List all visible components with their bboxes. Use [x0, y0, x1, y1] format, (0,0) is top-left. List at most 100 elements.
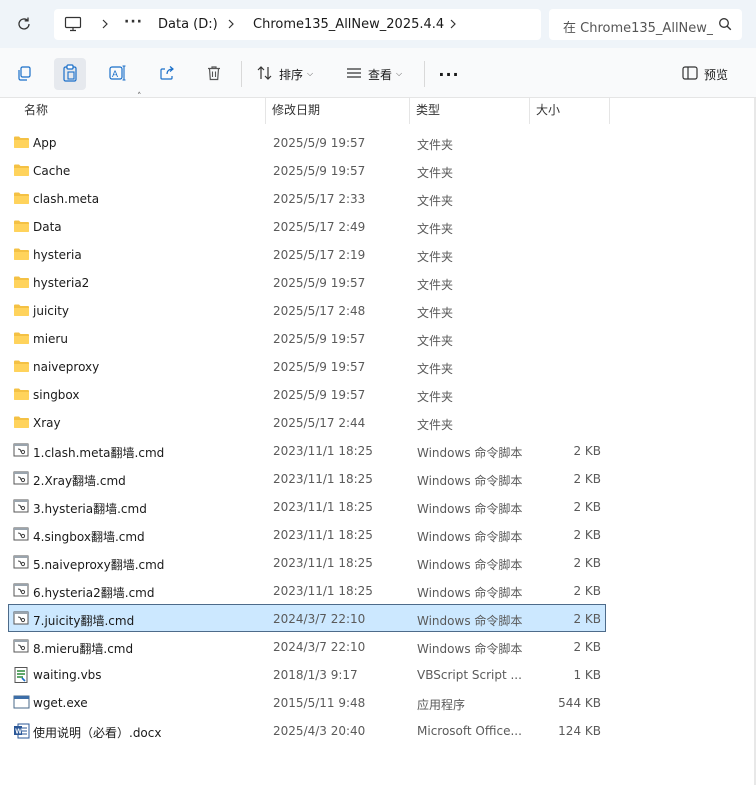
file-row[interactable]: Cache 2025/5/9 19:57 文件夹	[8, 156, 606, 184]
paste-icon	[62, 63, 78, 85]
file-row[interactable]: 8.mieru翻墙.cmd 2024/3/7 22:10 Windows 命令脚本 2…	[8, 632, 606, 660]
file-row[interactable]: hysteria 2025/5/17 2:19 文件夹	[8, 240, 606, 268]
cmd-script-icon	[13, 611, 30, 625]
address-bar-row: ··· Data (D:) Chrome135_AllNew_2025.4.4 …	[0, 0, 756, 48]
file-name: App	[33, 136, 57, 150]
breadcrumb-item-drive[interactable]: Data (D:)	[158, 17, 218, 32]
file-type: Windows 命令脚本	[417, 446, 523, 460]
file-modified: 2025/5/9 19:57	[273, 276, 366, 290]
file-size: 124 KB	[558, 724, 601, 738]
file-name: waiting.vbs	[33, 668, 102, 682]
chevron-right-icon[interactable]	[98, 16, 112, 32]
file-row[interactable]: 7.juicity翻墙.cmd 2024/3/7 22:10 Windows 命令脚…	[8, 604, 606, 632]
file-modified: 2025/4/3 20:40	[273, 724, 366, 738]
file-row[interactable]: Data 2025/5/17 2:49 文件夹	[8, 212, 606, 240]
toolbar-separator	[424, 61, 425, 87]
sort-label: 排序	[279, 67, 304, 82]
file-type: 文件夹	[417, 222, 454, 236]
file-modified: 2025/5/9 19:57	[273, 136, 366, 150]
file-name: wget.exe	[33, 696, 88, 710]
chevron-right-icon[interactable]	[446, 16, 460, 32]
file-modified: 2025/5/9 19:57	[273, 388, 366, 402]
toolbar-separator	[241, 61, 242, 87]
delete-button[interactable]	[198, 58, 230, 90]
column-type[interactable]: 类型	[410, 98, 530, 124]
file-type: 文件夹	[417, 250, 454, 264]
cmd-script-icon	[13, 583, 30, 597]
file-row[interactable]: 3.hysteria翻墙.cmd 2023/11/1 18:25 Windows 命…	[8, 492, 606, 520]
cmd-script-icon	[13, 443, 30, 457]
share-button[interactable]	[151, 58, 183, 90]
file-name: 使用说明（必看）.docx	[33, 726, 162, 740]
trash-icon	[206, 65, 222, 84]
file-modified: 2025/5/17 2:19	[273, 248, 366, 262]
copy-icon	[16, 65, 32, 84]
file-row[interactable]: 1.clash.meta翻墙.cmd 2023/11/1 18:25 Windows…	[8, 436, 606, 464]
address-bar[interactable]: ··· Data (D:) Chrome135_AllNew_2025.4.4	[54, 9, 541, 40]
sort-dropdown[interactable]: 排序 ⌵	[257, 58, 313, 90]
file-row[interactable]: mieru 2025/5/9 19:57 文件夹	[8, 324, 606, 352]
file-name: hysteria2	[33, 276, 90, 290]
more-options-button[interactable]: ···	[437, 58, 461, 90]
file-type: Windows 命令脚本	[417, 558, 523, 572]
file-type: 应用程序	[417, 698, 466, 712]
file-type: 文件夹	[417, 138, 454, 152]
file-row[interactable]: 2.Xray翻墙.cmd 2023/11/1 18:25 Windows 命令脚本 2…	[8, 464, 606, 492]
svg-text:W: W	[15, 729, 22, 736]
breadcrumb-item-folder[interactable]: Chrome135_AllNew_2025.4.4	[253, 17, 444, 32]
file-row[interactable]: juicity 2025/5/17 2:48 文件夹	[8, 296, 606, 324]
file-size: 2 KB	[573, 612, 601, 626]
file-type: 文件夹	[417, 166, 454, 180]
column-name[interactable]: 名称	[18, 98, 266, 124]
file-row[interactable]: App 2025/5/9 19:57 文件夹	[8, 128, 606, 156]
file-name: 3.hysteria翻墙.cmd	[33, 502, 147, 516]
file-row[interactable]: hysteria2 2025/5/9 19:57 文件夹	[8, 268, 606, 296]
file-row[interactable]: waiting.vbs 2018/1/3 9:17 VBScript Script …	[8, 660, 606, 688]
view-dropdown[interactable]: 查看 ⌵	[346, 58, 402, 90]
search-box[interactable]: 在 Chrome135_AllNew_2025.4.4 中搜索	[549, 9, 742, 40]
file-row[interactable]: singbox 2025/5/9 19:57 文件夹	[8, 380, 606, 408]
file-name: mieru	[33, 332, 68, 346]
file-name: hysteria	[33, 248, 82, 262]
cmd-script-icon	[13, 527, 30, 541]
file-row[interactable]: wget.exe 2015/5/11 9:48 应用程序 544 KB	[8, 688, 606, 716]
preview-pane-button[interactable]: 预览	[682, 58, 728, 90]
file-row[interactable]: clash.meta 2025/5/17 2:33 文件夹	[8, 184, 606, 212]
file-row[interactable]: 4.singbox翻墙.cmd 2023/11/1 18:25 Windows 命令…	[8, 520, 606, 548]
folder-icon	[13, 219, 30, 233]
search-icon[interactable]	[718, 17, 732, 31]
copy-button[interactable]	[8, 58, 40, 90]
file-size: 2 KB	[573, 444, 601, 458]
file-row[interactable]: 6.hysteria2翻墙.cmd 2023/11/1 18:25 Windows …	[8, 576, 606, 604]
cmd-script-icon	[13, 499, 30, 513]
file-name: juicity	[33, 304, 70, 318]
folder-icon	[13, 303, 30, 317]
file-type: Microsoft Office...	[417, 724, 522, 738]
cmd-script-icon	[13, 555, 30, 569]
refresh-icon[interactable]	[12, 12, 36, 36]
file-name: 4.singbox翻墙.cmd	[33, 530, 145, 544]
folder-icon	[13, 387, 30, 401]
column-size[interactable]: 大小	[530, 98, 610, 124]
cmd-script-icon	[13, 639, 30, 653]
chevron-right-icon[interactable]	[224, 16, 238, 32]
file-type: 文件夹	[417, 362, 454, 376]
file-name: 1.clash.meta翻墙.cmd	[33, 446, 165, 460]
folder-icon	[13, 415, 30, 429]
file-row[interactable]: naiveproxy 2025/5/9 19:57 文件夹	[8, 352, 606, 380]
search-input[interactable]: 在 Chrome135_AllNew_2025.4.4 中搜索	[563, 17, 713, 36]
file-row[interactable]: Xray 2025/5/17 2:44 文件夹	[8, 408, 606, 436]
file-modified: 2023/11/1 18:25	[273, 528, 373, 542]
file-modified: 2025/5/9 19:57	[273, 164, 366, 178]
file-row[interactable]: 5.naiveproxy翻墙.cmd 2023/11/1 18:25 Windows…	[8, 548, 606, 576]
file-name: 6.hysteria2翻墙.cmd	[33, 586, 155, 600]
file-size: 2 KB	[573, 640, 601, 654]
this-pc-icon[interactable]	[64, 16, 82, 32]
file-row[interactable]: W 使用说明（必看）.docx 2025/4/3 20:40 Microsoft Of…	[8, 716, 606, 744]
breadcrumb-overflow[interactable]: ···	[124, 14, 143, 30]
file-name: 5.naiveproxy翻墙.cmd	[33, 558, 165, 572]
file-name: 8.mieru翻墙.cmd	[33, 642, 134, 656]
rename-button[interactable]: A	[102, 58, 134, 90]
paste-button[interactable]	[54, 58, 86, 90]
column-modified[interactable]: 修改日期	[266, 98, 410, 124]
